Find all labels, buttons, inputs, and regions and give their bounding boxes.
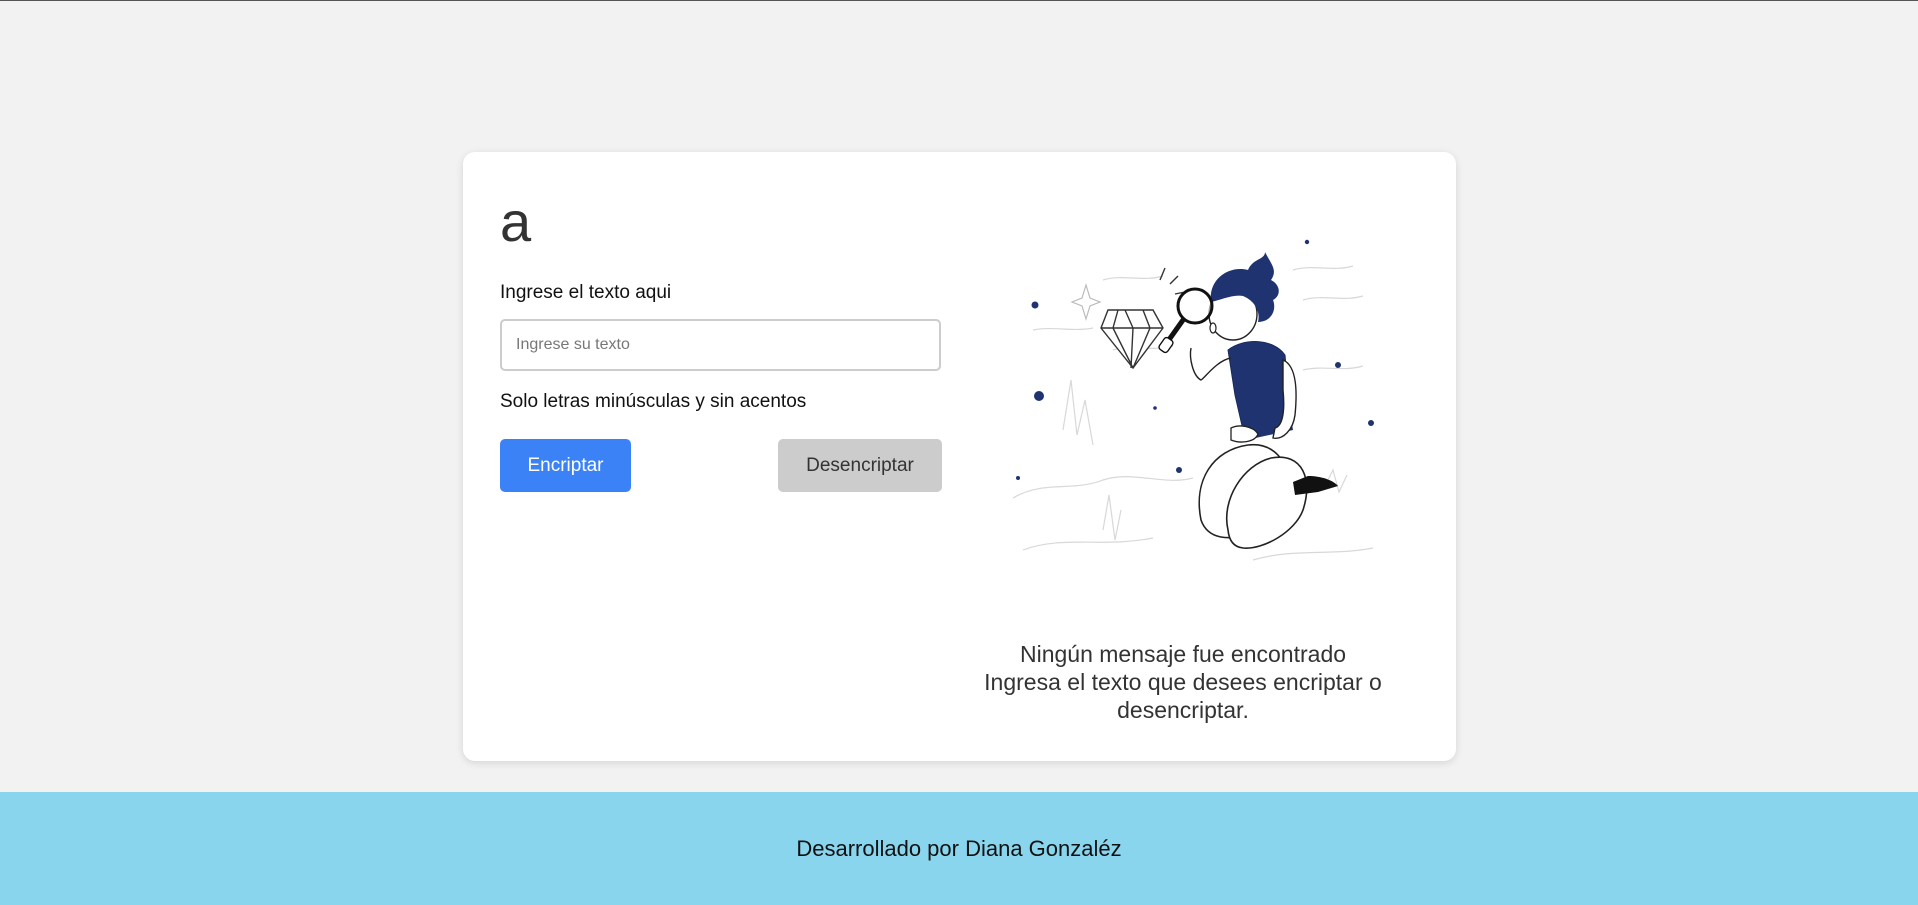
text-input[interactable] [500,319,941,371]
footer: Desarrollado por Diana Gonzaléz [0,792,1918,905]
output-title: Ningún mensaje fue encontrado [1019,641,1347,667]
footer-credit: Desarrollado por Diana Gonzaléz [796,835,1122,861]
main-card: a Ingrese el texto aqui Solo letras minú… [463,152,1456,761]
encrypt-button[interactable]: Encriptar [500,439,631,492]
output-message: Ningún mensaje fue encontrado Ingresa el… [963,640,1403,724]
input-hint: Solo letras minúsculas y sin acentos [500,391,807,412]
output-subtitle: Ingresa el texto que desees encriptar o … [984,669,1382,723]
person-with-magnifier-illustration-icon [1012,239,1374,561]
top-border [0,0,1918,1]
input-label: Ingrese el texto aqui [500,282,672,303]
logo[interactable]: a [500,192,531,252]
decrypt-button[interactable]: Desencriptar [778,439,942,492]
